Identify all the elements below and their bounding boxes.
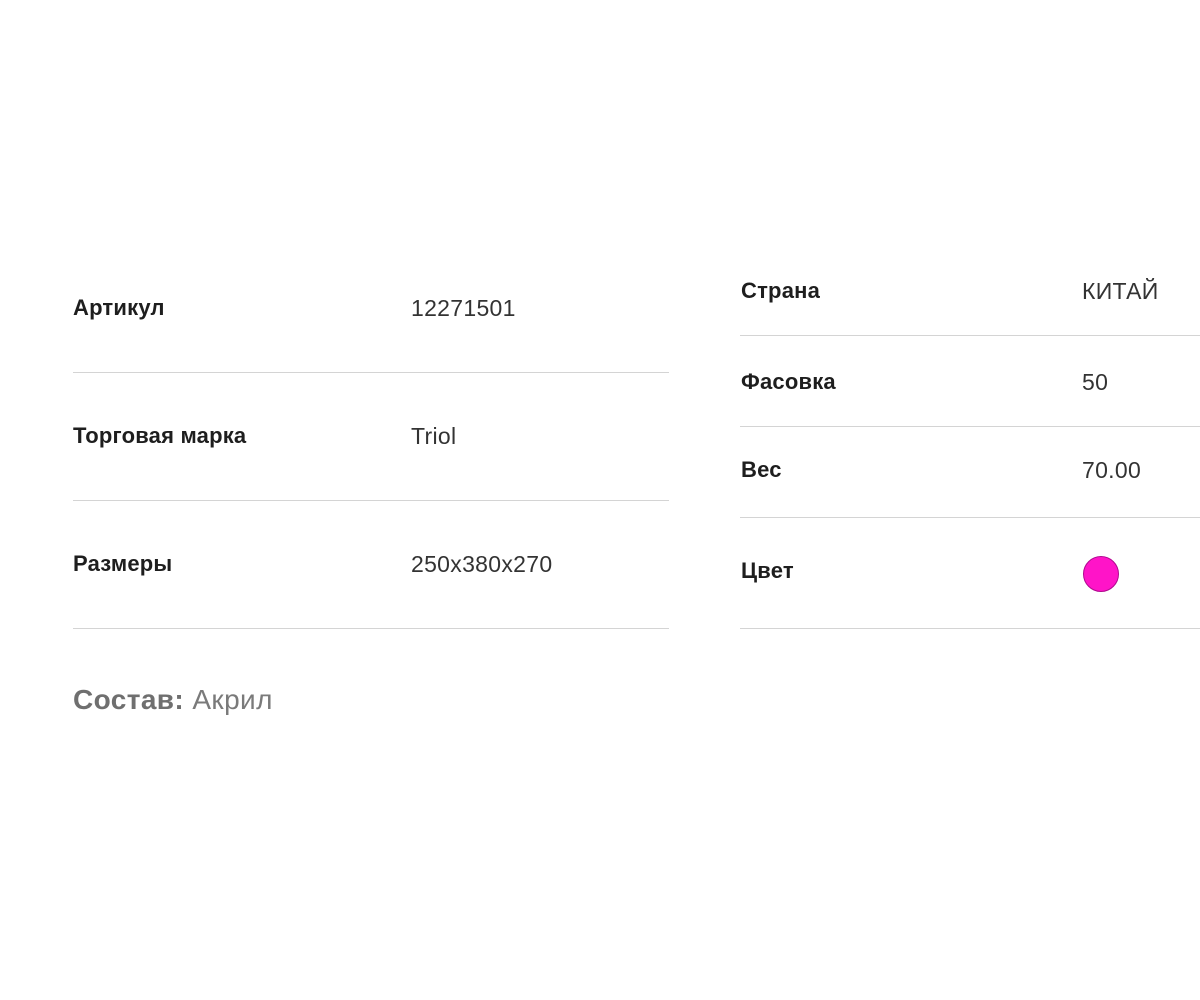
spec-label-article: Артикул <box>73 295 165 320</box>
spec-label-dimensions: Размеры <box>73 551 173 576</box>
spec-row-packaging: Фасовка 50 <box>740 336 1200 427</box>
spec-value-brand: Triol <box>411 423 457 449</box>
spec-row-color: Цвет <box>740 518 1200 629</box>
spec-value-weight: 70.00 <box>1082 457 1142 483</box>
spec-row-brand: Торговая марка Triol <box>73 373 669 501</box>
composition: Состав: Акрил <box>73 684 273 716</box>
spec-row-weight: Вес 70.00 <box>740 427 1200 518</box>
spec-label-country: Страна <box>741 278 821 303</box>
spec-label-weight: Вес <box>741 457 782 482</box>
specs-table-right: Страна КИТАЙ Фасовка 50 Вес 70.00 Цвет <box>740 245 1200 629</box>
spec-row-country: Страна КИТАЙ <box>740 245 1200 336</box>
spec-label-packaging: Фасовка <box>741 369 836 394</box>
spec-value-dimensions: 250x380x270 <box>411 551 553 577</box>
spec-row-article: Артикул 12271501 <box>73 245 669 373</box>
composition-value: Акрил <box>192 684 273 715</box>
spec-value-article: 12271501 <box>411 295 516 321</box>
spec-label-color: Цвет <box>741 558 794 583</box>
spec-value-country: КИТАЙ <box>1082 278 1159 304</box>
spec-row-dimensions: Размеры 250x380x270 <box>73 501 669 629</box>
color-swatch[interactable] <box>1083 556 1119 592</box>
spec-value-packaging: 50 <box>1082 369 1109 395</box>
specs-table-left: Артикул 12271501 Торговая марка Triol Ра… <box>73 245 669 629</box>
spec-label-brand: Торговая марка <box>73 423 247 448</box>
composition-label: Состав: <box>73 684 185 715</box>
